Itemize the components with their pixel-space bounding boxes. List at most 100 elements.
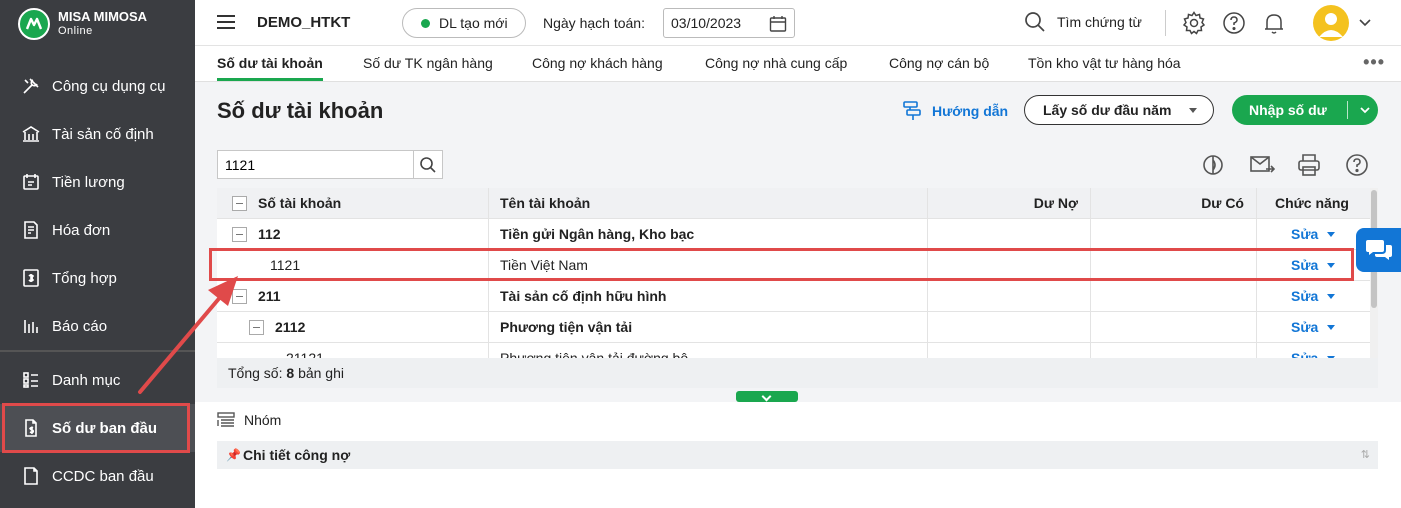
tab-account-balance[interactable]: Số dư tài khoản [217,46,323,81]
sidebar-divider [0,350,195,352]
search-document-label: Tìm chứng từ [1057,14,1142,30]
detail-pane: Nhóm 📌 Chi tiết công nợ ⇅ [195,402,1401,508]
sidebar-item-label: Danh mục [52,371,121,389]
caret-down-icon [1189,108,1197,113]
table-row[interactable]: 21121 Phương tiện vận tải đường bộ Sửa [217,343,1370,358]
sidebar-item-label: Tổng hợp [52,269,117,287]
get-opening-balance-button[interactable]: Lấy số dư đầu năm [1024,95,1214,125]
brand-sub: Online [58,25,93,37]
guide-label: Hướng dẫn [932,103,1009,119]
account-name: Phương tiện vận tải [500,319,633,335]
payroll-icon [20,171,42,193]
total-prefix: Tổng số: [228,365,283,381]
account-number: 211 [258,288,281,304]
tab-bank-balance[interactable]: Số dư TK ngân hàng [363,46,493,81]
column-header[interactable]: Dư Nợ [928,188,1078,218]
edit-link[interactable]: Sửa [1291,281,1318,311]
edit-link[interactable]: Sửa [1291,219,1318,249]
sidebar-item-catalog[interactable]: Danh mục [0,356,195,404]
account-number: 21121 [286,350,324,358]
column-header[interactable]: Dư Có [1091,188,1244,218]
search-icon [420,156,436,173]
status-dot-icon [421,18,430,28]
total-suffix: bản ghi [298,365,344,381]
sort-icon[interactable]: ⇅ [1361,441,1370,469]
main-content: Số dư tài khoản Hướng dẫn Lấy số dư đầu … [195,82,1401,508]
sidebar-item-fixed-assets[interactable]: Tài sản cố định [0,110,195,158]
tab-customer-debt[interactable]: Công nợ khách hàng [532,46,663,81]
header-checkbox[interactable] [232,196,247,211]
split-divider [1347,101,1348,119]
column-header[interactable]: Chức năng [1275,188,1349,218]
app-logo[interactable]: MISA MIMOSA Online [0,0,195,48]
sidebar-item-payroll[interactable]: Tiền lương [0,158,195,206]
search-button[interactable] [413,151,442,178]
highlight-box-sidebar [2,403,190,453]
column-header[interactable]: Số tài khoản [258,188,341,218]
collapse-toggle[interactable] [232,227,247,242]
sidebar-item-report[interactable]: Báo cáo [0,302,195,350]
chevron-down-icon[interactable] [1357,102,1373,121]
header-divider [1165,10,1166,36]
get-opening-balance-label: Lấy số dư đầu năm [1043,102,1172,118]
sidebar-item-tools[interactable]: Công cụ dụng cụ [0,62,195,110]
edit-link[interactable]: Sửa [1291,343,1318,358]
tab-inventory[interactable]: Tồn kho vật tư hàng hóa [1028,46,1181,81]
tab-supplier-debt[interactable]: Công nợ nhà cung cấp [705,46,847,81]
debt-detail-header[interactable]: 📌 Chi tiết công nợ ⇅ [217,441,1378,469]
sidebar-item-summary[interactable]: Tổng hợp [0,254,195,302]
more-icon[interactable]: ••• [1363,52,1385,73]
enter-balance-label: Nhập số dư [1249,102,1327,118]
group-option[interactable]: Nhóm [217,412,281,428]
account-search [217,150,443,179]
table-scrollbar[interactable] [1370,188,1378,358]
edit-link[interactable]: Sửa [1291,312,1318,342]
menu-icon[interactable] [217,15,235,29]
gear-icon[interactable] [1181,10,1207,36]
enter-balance-button[interactable]: Nhập số dư [1232,95,1378,125]
building-icon [20,123,42,145]
help-icon[interactable] [1344,152,1370,178]
top-header: DEMO_HTKT DL tạo mới Ngày hạch toán: 03/… [195,0,1401,46]
avatar[interactable] [1313,5,1349,41]
calendar-icon[interactable] [768,14,788,37]
account-name: Tiền gửi Ngân hàng, Kho bạc [500,226,695,242]
sidebar-item-label: Công cụ dụng cụ [52,77,166,95]
sidebar-item-label: Tiền lương [52,173,125,191]
chat-support-button[interactable] [1356,228,1401,272]
page-title: Số dư tài khoản [217,98,384,123]
refresh-icon[interactable] [1200,152,1226,178]
data-mode-button[interactable]: DL tạo mới [402,8,526,38]
search-document-button[interactable]: Tìm chứng từ [1023,10,1142,34]
chevron-down-icon[interactable] [1355,12,1375,32]
help-icon[interactable] [1221,10,1247,36]
total-records: Tổng số: 8 bản ghi [217,358,1378,388]
table-row[interactable]: 2112 Phương tiện vận tải Sửa [217,312,1370,343]
collapse-toggle[interactable] [249,320,264,335]
table-row[interactable]: 112 Tiền gửi Ngân hàng, Kho bạc Sửa [217,219,1370,250]
guide-link[interactable]: Hướng dẫn [901,100,1008,122]
report-icon [20,315,42,337]
collapse-toggle[interactable] [232,289,247,304]
list-icon [20,369,42,391]
group-icon [217,412,235,427]
posting-date-input[interactable]: 03/10/2023 [663,8,795,38]
account-search-input[interactable] [218,151,413,178]
debt-detail-label: Chi tiết công nợ [243,447,351,463]
company-name[interactable]: DEMO_HTKT [257,14,350,31]
bell-icon[interactable] [1261,10,1287,36]
email-icon[interactable] [1249,152,1276,178]
data-mode-label: DL tạo mới [439,15,508,31]
caret-down-icon[interactable] [1327,294,1335,299]
pin-icon[interactable]: 📌 [226,441,241,469]
caret-down-icon[interactable] [1327,325,1335,330]
column-header[interactable]: Tên tài khoản [500,188,590,218]
print-icon[interactable] [1296,152,1322,178]
tab-staff-debt[interactable]: Công nợ cán bộ [889,46,989,81]
caret-down-icon[interactable] [1327,232,1335,237]
tab-bar: Số dư tài khoản Số dư TK ngân hàng Công … [195,46,1401,82]
sidebar-item-initial-tools[interactable]: CCDC ban đầu [0,452,195,500]
expand-panel-handle[interactable] [736,391,798,402]
sidebar-item-invoice[interactable]: Hóa đơn [0,206,195,254]
table-row[interactable]: 211 Tài sản cố định hữu hình Sửa [217,281,1370,312]
